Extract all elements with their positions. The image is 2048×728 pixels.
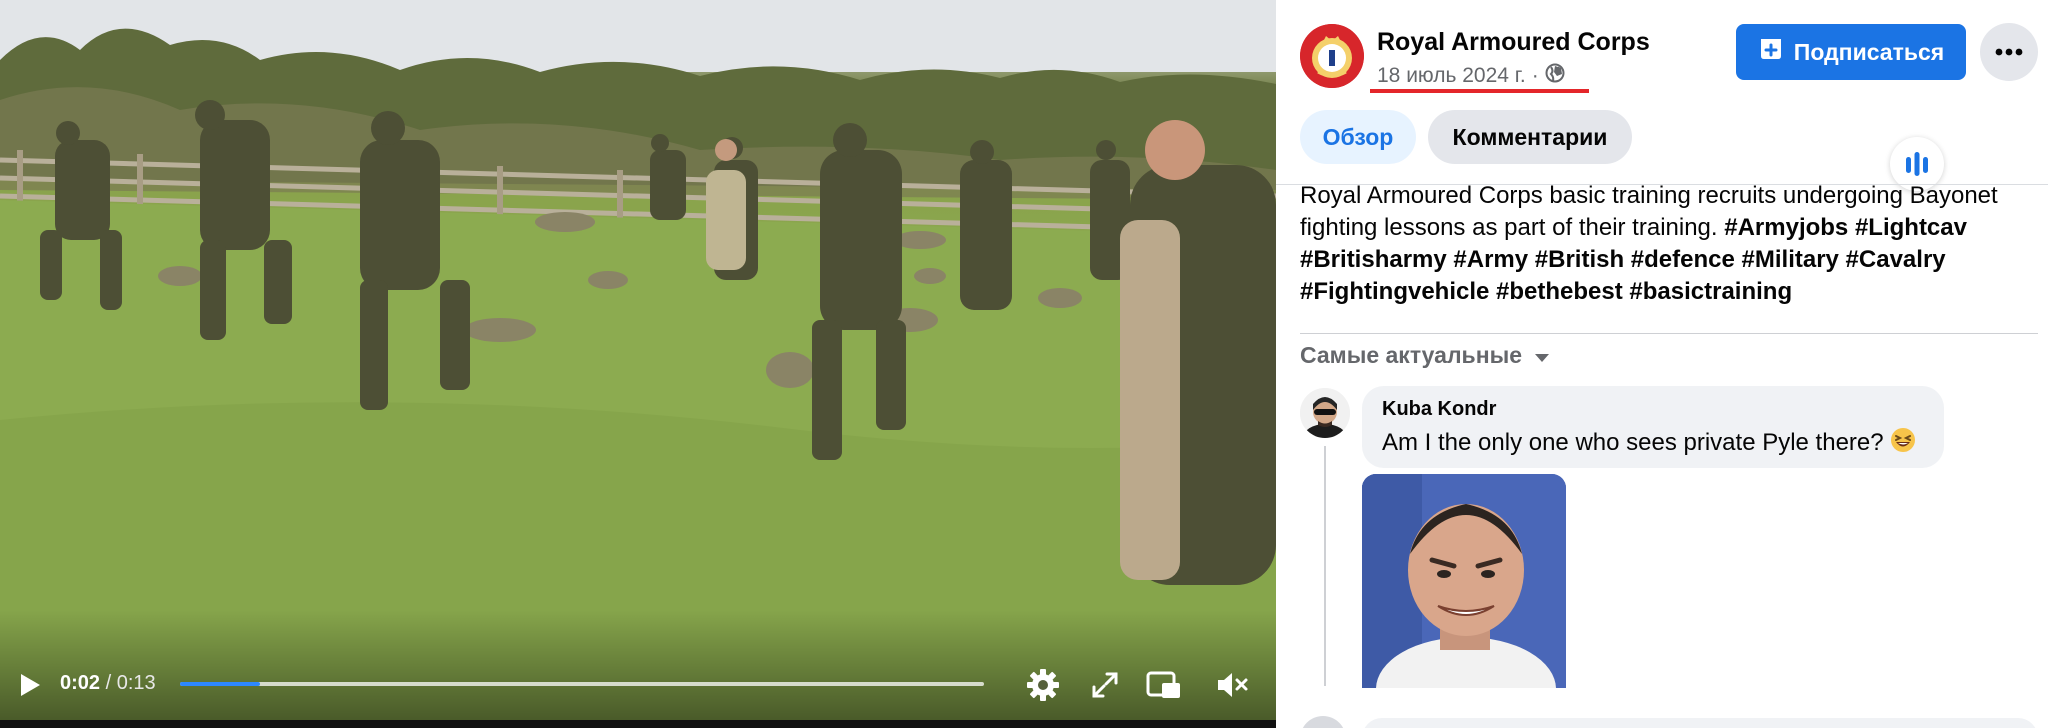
comments-divider [1300,333,2038,334]
gear-icon[interactable] [1024,666,1062,704]
more-dots-icon [1995,43,2023,61]
meta-separator: · [1531,64,1539,87]
comment-bubble: Kuba Kondr Am I the only one who sees pr… [1362,386,1944,468]
comment-sort-dropdown[interactable]: Самые актуальные [1300,342,1550,369]
thread-line [1324,446,1326,686]
caret-down-icon [1534,342,1550,369]
comment-author[interactable]: Kuba Kondr [1382,398,1924,421]
follow-button[interactable]: Подписаться [1736,24,1966,80]
progress-bar[interactable] [180,682,984,686]
video-time: 0:02 / 0:13 [60,672,156,695]
tab-comments[interactable]: Комментарии [1428,110,1632,164]
sort-label: Самые актуальные [1300,342,1523,368]
muted-speaker-icon[interactable] [1212,666,1252,704]
follow-icon [1758,36,1784,68]
post-meta: 18 июль 2024 г. · [1377,63,1565,89]
duration: 0:13 [116,672,156,694]
comment-avatar[interactable] [1300,388,1350,438]
next-comment-bubble [1362,718,2038,728]
play-icon[interactable] [14,670,46,700]
post-panel: Royal Armoured Corps 18 июль 2024 г. · П… [1276,0,2048,728]
page-avatar[interactable] [1300,24,1364,88]
globe-icon [1545,63,1565,89]
fullscreen-icon[interactable] [1086,666,1124,704]
next-comment-avatar[interactable] [1300,716,1346,728]
annotation-underline [1370,89,1589,93]
comment-attached-image[interactable] [1362,474,1566,688]
tab-overview[interactable]: Обзор [1300,110,1416,164]
post-viewer: 0:02 / 0:13 Royal Armoured Corps 18 июль… [0,0,2048,728]
grinning-squinting-face-icon [1890,427,1916,460]
comment-body: Am I the only one who sees private Pyle … [1382,429,1884,456]
time-separator: / [105,672,112,694]
post-date[interactable]: 18 июль 2024 г. [1377,64,1526,88]
page-name[interactable]: Royal Armoured Corps [1377,28,1650,57]
video-bottom-edge [0,720,1276,728]
picture-in-picture-icon[interactable] [1144,666,1184,704]
progress-fill [180,682,261,686]
current-time: 0:02 [60,672,101,694]
follow-label: Подписаться [1793,38,1945,65]
post-description: Royal Armoured Corps basic training recr… [1300,180,2038,308]
comment-text: Am I the only one who sees private Pyle … [1382,427,1924,460]
more-button[interactable] [1980,23,2038,81]
